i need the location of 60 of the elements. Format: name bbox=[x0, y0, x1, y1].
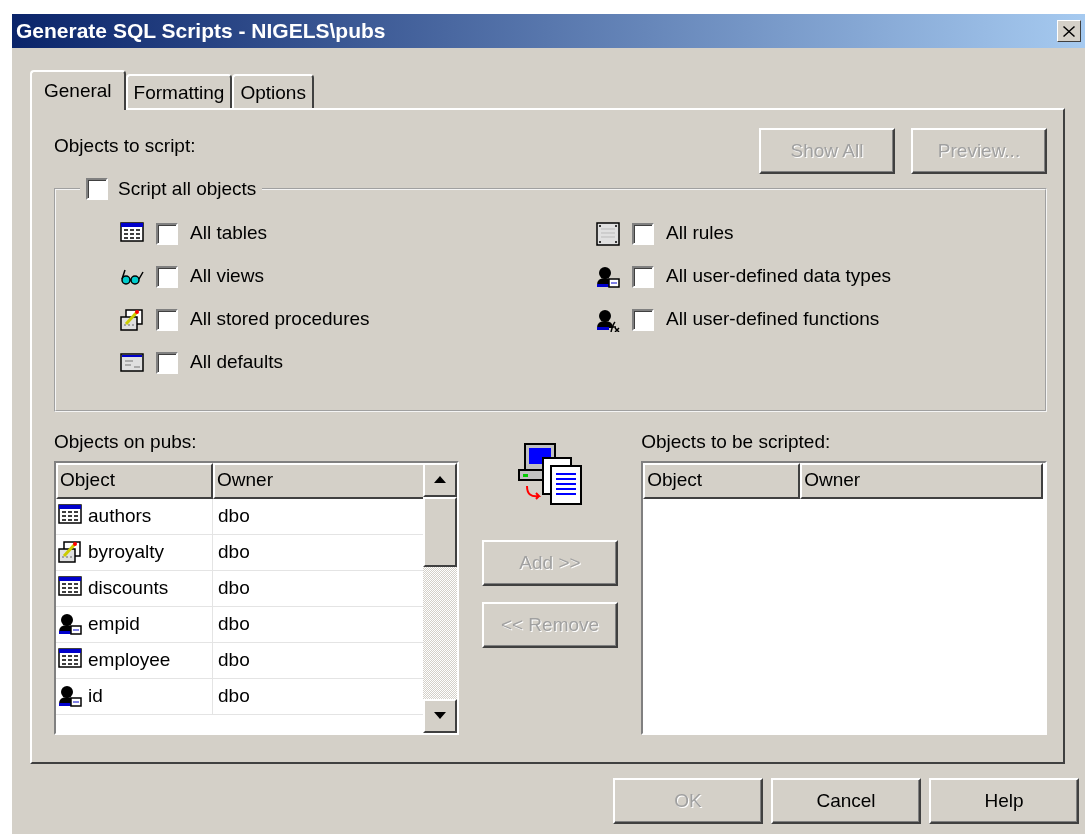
table-cell-text: dbo bbox=[217, 539, 250, 564]
object-name: empid bbox=[88, 611, 140, 636]
dialog-button[interactable]: Help bbox=[929, 778, 1079, 824]
up-arrow-icon bbox=[433, 476, 446, 483]
down-arrow-icon bbox=[433, 712, 446, 719]
object-name: employee bbox=[88, 647, 171, 672]
checkbox-label: All stored procedures bbox=[190, 307, 370, 332]
close-icon bbox=[1063, 25, 1075, 37]
checkbox[interactable] bbox=[156, 265, 178, 288]
scroll-down-button[interactable] bbox=[422, 698, 457, 733]
table-cell-text: dbo bbox=[217, 683, 250, 708]
checkbox[interactable] bbox=[156, 351, 178, 374]
column-header[interactable]: Object bbox=[643, 462, 801, 499]
user-icon bbox=[58, 612, 82, 636]
checkbox-label: All tables bbox=[190, 221, 268, 246]
checkbox-label: All user-defined data types bbox=[666, 264, 891, 289]
user-icon bbox=[596, 264, 620, 289]
checkbox-label: All rules bbox=[666, 221, 734, 246]
checkbox-label: All views bbox=[190, 264, 264, 289]
document-pencil-icon bbox=[120, 307, 144, 332]
object-name: id bbox=[88, 683, 103, 708]
checkbox-label: All user-defined functions bbox=[666, 307, 880, 332]
close-button[interactable] bbox=[1057, 20, 1081, 42]
table-cell-text: dbo bbox=[217, 503, 250, 528]
list-label: Objects to be scripted: bbox=[641, 430, 831, 454]
table-cell-text: dbo bbox=[217, 575, 250, 600]
section-label: Objects to script: bbox=[54, 134, 196, 158]
column-header[interactable]: Object bbox=[56, 462, 213, 499]
scroll-thumb[interactable] bbox=[422, 496, 457, 567]
checkbox-label: Script all objects bbox=[118, 177, 257, 201]
tab[interactable]: General bbox=[30, 70, 126, 110]
object-list[interactable]: Object Owner authors dbo byroyalty dbo discounts dbo empid dbo employee dbo id dbo bbox=[54, 460, 459, 735]
object-name: discounts bbox=[88, 575, 169, 600]
checkbox[interactable] bbox=[632, 222, 654, 245]
computer-script-icon bbox=[517, 442, 583, 506]
scroll-up-button[interactable] bbox=[422, 462, 457, 497]
checkbox[interactable] bbox=[156, 222, 178, 245]
window-icon bbox=[120, 350, 144, 375]
dialog-button[interactable]: Cancel bbox=[771, 778, 921, 824]
window-title: Generate SQL Scripts - NIGELS\pubs bbox=[16, 18, 386, 45]
checkbox[interactable] bbox=[632, 308, 654, 331]
checkbox-label: All defaults bbox=[190, 350, 283, 375]
object-name: byroyalty bbox=[88, 539, 165, 564]
document-pencil-icon bbox=[58, 540, 82, 564]
user-function-icon bbox=[596, 307, 620, 332]
list-label: Objects on pubs: bbox=[54, 430, 197, 454]
rule-sheet-icon bbox=[596, 221, 620, 246]
checkbox[interactable] bbox=[156, 308, 178, 331]
tab[interactable]: Formatting bbox=[125, 74, 233, 108]
user-icon bbox=[58, 684, 82, 708]
checkbox[interactable] bbox=[632, 265, 654, 288]
object-name: authors bbox=[88, 503, 152, 528]
column-header[interactable]: Owner bbox=[800, 462, 1044, 499]
tab[interactable]: Options bbox=[232, 74, 314, 108]
checkbox[interactable] bbox=[86, 178, 108, 201]
column-header[interactable]: Owner bbox=[213, 462, 426, 499]
object-list[interactable]: Object Owner bbox=[641, 460, 1047, 735]
scrollbar[interactable] bbox=[422, 462, 457, 733]
table-cell-text: dbo bbox=[217, 611, 250, 636]
table-cell-text: dbo bbox=[217, 647, 250, 672]
